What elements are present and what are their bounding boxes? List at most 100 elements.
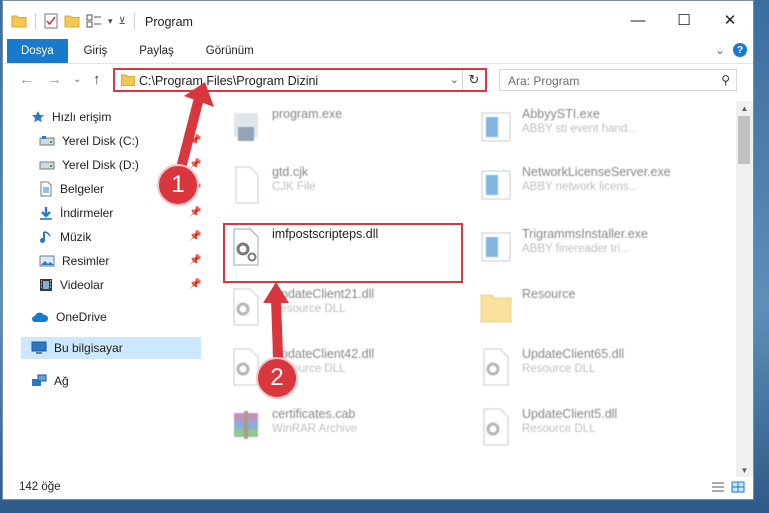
address-bar[interactable]: C:\Program Files\Program Dizini ⌄ ↻ <box>113 68 487 92</box>
folder-icon <box>121 74 135 86</box>
file-description: Resource DLL <box>522 363 596 375</box>
folder-icon <box>480 294 512 323</box>
list-item[interactable]: UpdateClient21.dll Resource DLL <box>222 281 462 333</box>
sidebar-item-network[interactable]: Ağ <box>31 370 69 392</box>
sidebar-item-videos[interactable]: Videolar 📌 <box>39 274 201 296</box>
close-button[interactable]: ✕ <box>707 1 753 39</box>
computer-icon <box>31 341 47 354</box>
step-badge-2: 2 <box>256 357 298 399</box>
recent-locations-button[interactable]: ⌄ <box>73 74 81 85</box>
refresh-button[interactable]: ↻ <box>462 70 485 90</box>
navigation-pane: Hızlı erişim Yerel Disk (C:) 📌 Yerel Dis… <box>3 101 203 461</box>
sidebar-item-onedrive[interactable]: OneDrive <box>31 306 107 328</box>
list-item[interactable]: AbbyySTI.exe ABBY sti event hand... <box>472 101 712 153</box>
file-name: TrigrammsInstaller.exe <box>522 227 648 241</box>
forward-button[interactable]: → <box>47 71 62 88</box>
ribbon-right-controls: ⌄ ? <box>715 43 747 57</box>
search-box[interactable]: Ara: Program ⚲ <box>499 69 737 91</box>
sidebar-item-label: Yerel Disk (D:) <box>62 158 139 172</box>
sidebar-item-this-pc[interactable]: Bu bilgisayar <box>21 337 201 359</box>
sidebar-item-label: Videolar <box>60 278 104 292</box>
drive-icon <box>39 136 55 146</box>
search-placeholder[interactable]: Ara: Program <box>508 74 579 88</box>
document-icon <box>40 181 52 197</box>
status-bar: 142 öğe <box>3 477 753 499</box>
scroll-down-icon[interactable]: ▼ <box>736 463 753 477</box>
sidebar-item-label: Hızlı erişim <box>52 110 112 124</box>
list-item[interactable]: NetworkLicenseServer.exe ABBY network li… <box>472 159 712 211</box>
sidebar-item-label: Bu bilgisayar <box>54 341 123 355</box>
dll-highlight-box <box>223 223 463 283</box>
tab-home[interactable]: Giriş <box>68 39 124 63</box>
list-item[interactable]: certificates.cab WinRAR Archive <box>222 401 462 453</box>
window-controls: — ☐ ✕ <box>615 1 753 39</box>
file-name: certificates.cab <box>272 407 356 421</box>
scroll-up-icon[interactable]: ▲ <box>736 101 753 115</box>
details-view-icon[interactable] <box>711 481 725 493</box>
star-icon <box>32 111 44 123</box>
window-title: Program <box>145 15 193 29</box>
scrollbar-thumb[interactable] <box>738 116 750 164</box>
address-dropdown-icon[interactable]: ⌄ <box>450 73 459 86</box>
explorer-window: ▾ ⊻ Program — ☐ ✕ Dosya Giriş Paylaş Gör… <box>2 0 754 500</box>
drive-icon <box>39 161 55 170</box>
large-icons-view-icon[interactable] <box>731 481 745 493</box>
sidebar-item-quick-access[interactable]: Hızlı erişim <box>31 106 111 128</box>
file-description: CJK File <box>272 181 316 193</box>
sidebar-item-music[interactable]: Müzik 📌 <box>39 226 201 248</box>
dll-icon <box>483 348 509 386</box>
new-folder-icon[interactable] <box>64 14 80 28</box>
tab-view[interactable]: Görünüm <box>190 39 270 63</box>
sidebar-item-label: Yerel Disk (C:) <box>62 134 139 148</box>
properties-icon[interactable] <box>44 13 58 29</box>
app-icon <box>481 170 511 200</box>
vertical-scrollbar[interactable]: ▲ ▼ <box>736 101 753 477</box>
sidebar-item-pictures[interactable]: Resimler 📌 <box>39 250 201 272</box>
dll-icon <box>233 288 259 326</box>
list-item[interactable]: program.exe <box>222 101 462 153</box>
back-button[interactable]: ← <box>19 71 34 88</box>
list-item[interactable]: UpdateClient5.dll Resource DLL <box>472 401 712 453</box>
sidebar-item-label: OneDrive <box>56 310 107 324</box>
pin-icon[interactable]: 📌 <box>189 279 201 290</box>
item-count: 142 öğe <box>19 481 61 493</box>
sidebar-item-local-disk-c[interactable]: Yerel Disk (C:) 📌 <box>39 130 201 152</box>
view-toggle <box>711 481 745 493</box>
search-icon[interactable]: ⚲ <box>721 73 730 87</box>
tab-share[interactable]: Paylaş <box>123 39 190 63</box>
pin-icon[interactable]: 📌 <box>189 255 201 266</box>
sidebar-item-downloads[interactable]: İndirmeler 📌 <box>39 202 201 224</box>
file-description: Resource DLL <box>522 423 596 435</box>
title-bar: ▾ ⊻ Program — ☐ ✕ <box>3 1 753 39</box>
file-description: Resource DLL <box>272 303 346 315</box>
address-path[interactable]: C:\Program Files\Program Dizini <box>139 74 318 88</box>
expand-ribbon-icon[interactable]: ⌄ <box>715 43 725 57</box>
pin-icon[interactable]: 📌 <box>189 207 201 218</box>
qat-customize-icon[interactable]: ⊻ <box>119 16 126 27</box>
sidebar-item-local-disk-d[interactable]: Yerel Disk (D:) 📌 <box>39 154 201 176</box>
help-icon[interactable]: ? <box>733 43 747 57</box>
pin-icon[interactable]: 📌 <box>189 135 201 146</box>
ribbon-tabs: Dosya Giriş Paylaş Görünüm <box>3 39 753 64</box>
view-options-icon[interactable] <box>86 14 102 28</box>
qat-dropdown-icon[interactable]: ▾ <box>108 16 113 27</box>
minimize-button[interactable]: — <box>615 1 661 39</box>
maximize-button[interactable]: ☐ <box>661 1 707 39</box>
file-name: gtd.cjk <box>272 165 309 179</box>
pin-icon[interactable]: 📌 <box>189 231 201 242</box>
sidebar-item-label: Resimler <box>62 254 110 268</box>
download-icon <box>40 207 52 220</box>
tab-file[interactable]: Dosya <box>7 39 68 63</box>
toolbar-divider <box>35 13 36 29</box>
navigation-bar: ← → ⌄ ↑ C:\Program Files\Program Dizini … <box>3 64 753 98</box>
list-item[interactable]: UpdateClient65.dll Resource DLL <box>472 341 712 393</box>
up-button[interactable]: ↑ <box>93 71 101 88</box>
sidebar-item-documents[interactable]: Belgeler 📌 <box>39 178 201 200</box>
exe-icon <box>234 113 258 141</box>
file-description: ABBY finereader tri... <box>522 243 630 255</box>
list-item[interactable]: TrigrammsInstaller.exe ABBY finereader t… <box>472 221 712 273</box>
list-item[interactable]: Resource <box>472 281 712 333</box>
list-item[interactable]: gtd.cjk CJK File <box>222 159 462 211</box>
file-name: NetworkLicenseServer.exe <box>522 165 671 179</box>
app-icon <box>481 112 511 142</box>
